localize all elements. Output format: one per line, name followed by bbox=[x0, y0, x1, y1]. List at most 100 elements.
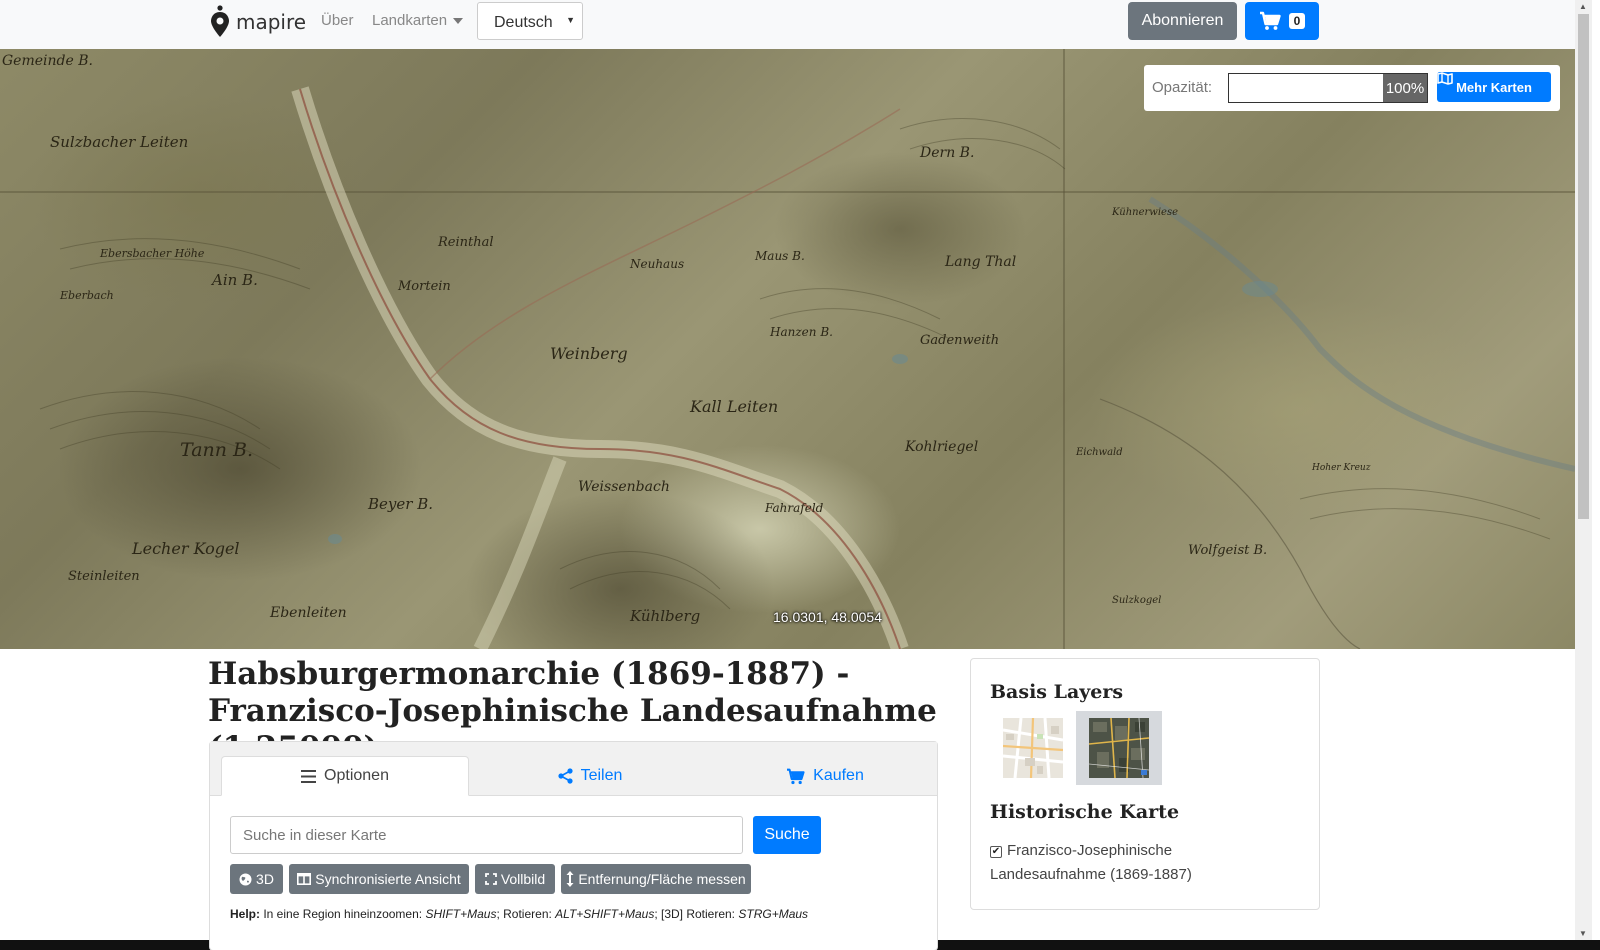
help-shortcut: ALT+SHIFT+Maus bbox=[555, 907, 655, 921]
help-shortcut: STRG+Maus bbox=[738, 907, 809, 921]
select-arrow-icon: ▼ bbox=[566, 15, 575, 25]
map-place-label: Hoher Kreuz bbox=[1312, 463, 1371, 473]
map-place-label: Lang Thal bbox=[945, 254, 1017, 270]
brand-name: mapire bbox=[236, 10, 307, 34]
language-select[interactable]: Deutsch ▼ bbox=[477, 2, 583, 40]
layers-panel: Basis Layers Historische Karte ✔ Franzisc… bbox=[970, 658, 1320, 910]
help-label: Help: bbox=[230, 907, 260, 921]
columns-icon bbox=[297, 873, 312, 885]
page-scrollbar[interactable]: ▲ ▼ bbox=[1575, 0, 1592, 940]
more-maps-label: Mehr Karten bbox=[1456, 79, 1532, 95]
map-place-label: Weinberg bbox=[550, 344, 628, 363]
scrollbar-thumb[interactable] bbox=[1578, 14, 1589, 519]
map-place-label: Eberbach bbox=[60, 289, 114, 302]
satellite-thumbnail-image bbox=[1089, 718, 1149, 778]
tab-teilen-label: Teilen bbox=[580, 767, 623, 784]
map-place-label: Mortein bbox=[398, 279, 451, 294]
fullscreen-label: Vollbild bbox=[500, 871, 546, 887]
map-place-label: Dern B. bbox=[920, 145, 975, 161]
historic-layer-label: Franzisco-Josephinische Landesaufnahme (… bbox=[990, 842, 1192, 883]
shopping-cart-icon bbox=[1259, 11, 1281, 30]
map-place-label: Sulzbacher Leiten bbox=[50, 133, 189, 151]
map-search-input[interactable] bbox=[230, 816, 743, 854]
synchronized-view-button[interactable]: Synchronisierte Ansicht bbox=[289, 864, 469, 894]
globe-icon bbox=[239, 873, 252, 886]
cart-count-badge: 0 bbox=[1288, 13, 1306, 29]
chevron-down-icon bbox=[453, 18, 464, 25]
brand-logo[interactable]: mapire bbox=[208, 4, 306, 40]
map-place-label: Fahrafeld bbox=[765, 501, 824, 515]
map-place-label: Eichwald bbox=[1076, 447, 1123, 458]
historic-layer-checkbox[interactable]: ✔ bbox=[990, 846, 1002, 858]
opacity-slider[interactable]: 100% bbox=[1228, 73, 1428, 103]
map-pin-icon bbox=[211, 5, 229, 37]
map-place-label: Wolfgeist B. bbox=[1188, 543, 1268, 558]
top-navbar: mapire Über Landkarten Deutsch ▼ Abonnie… bbox=[0, 0, 1575, 49]
map-place-label: Reinthal bbox=[438, 235, 494, 250]
map-place-label: Maus B. bbox=[755, 249, 805, 263]
expand-icon bbox=[484, 873, 497, 885]
opacity-value: 100% bbox=[1383, 74, 1427, 102]
map-place-label: Kühnerwiese bbox=[1112, 207, 1178, 218]
map-place-label: Neuhaus bbox=[630, 257, 685, 271]
language-select-value: Deutsch bbox=[494, 14, 553, 31]
vertical-arrows-icon bbox=[566, 871, 574, 887]
map-place-label: Kühlberg bbox=[630, 607, 701, 625]
tab-optionen-label: Optionen bbox=[324, 767, 389, 784]
historic-layer-item[interactable]: ✔ Franzisco-Josephinische Landesaufnahme … bbox=[990, 839, 1220, 887]
help-text: Help: In eine Region hineinzoomen: SHIFT… bbox=[230, 907, 808, 921]
tab-optionen[interactable]: Optionen bbox=[221, 756, 469, 796]
options-card: Optionen Teilen Kaufen Suche 3D Synchron… bbox=[209, 741, 938, 950]
historic-map-heading: Historische Karte bbox=[990, 801, 1180, 823]
search-button[interactable]: Suche bbox=[753, 816, 821, 854]
map-place-label: Kohlriegel bbox=[905, 439, 979, 455]
map-place-label: Ain B. bbox=[212, 271, 258, 289]
help-shortcut: SHIFT+Maus bbox=[425, 907, 497, 921]
map-place-label: Lecher Kogel bbox=[132, 539, 240, 558]
street-map-thumbnail-image bbox=[1003, 718, 1063, 778]
help-text-part: ; Rotieren: bbox=[496, 907, 556, 921]
help-text-part: In eine Region hineinzoomen: bbox=[260, 907, 426, 921]
cart-button[interactable]: 0 bbox=[1245, 2, 1319, 40]
coordinate-readout: 16.0301, 48.0054 bbox=[773, 609, 882, 625]
map-place-label: Ebersbacher Höhe bbox=[100, 247, 205, 260]
map-place-label: Gemeinde B. bbox=[2, 53, 93, 69]
map-place-label: Beyer B. bbox=[368, 495, 433, 513]
subscribe-button[interactable]: Abonnieren bbox=[1128, 2, 1237, 40]
map-place-label: Weissenbach bbox=[578, 479, 670, 495]
opacity-control: Opazität: 100% Mehr Karten bbox=[1144, 65, 1560, 111]
3d-view-button[interactable]: 3D bbox=[230, 864, 283, 894]
opacity-label: Opazität: bbox=[1152, 79, 1213, 96]
map-place-label: Tann B. bbox=[180, 439, 254, 461]
scroll-down-arrow-icon[interactable]: ▼ bbox=[1579, 929, 1587, 938]
map-place-label: Hanzen B. bbox=[770, 325, 833, 339]
tab-kaufen-label: Kaufen bbox=[813, 767, 864, 784]
nav-link-ueber[interactable]: Über bbox=[321, 12, 354, 29]
3d-view-label: 3D bbox=[256, 871, 274, 887]
map-place-label: Steinleiten bbox=[68, 569, 140, 584]
measure-button[interactable]: Entfernung/Fläche messen bbox=[561, 864, 751, 894]
nav-link-landkarten-label: Landkarten bbox=[372, 12, 448, 29]
share-icon bbox=[557, 768, 573, 784]
historic-map-viewer[interactable]: Gemeinde B. Sulzbacher Leiten Ebersbache… bbox=[0, 49, 1575, 649]
help-text-part: ; [3D] Rotieren: bbox=[654, 907, 739, 921]
scroll-up-arrow-icon[interactable]: ▲ bbox=[1579, 2, 1587, 11]
synchronized-view-label: Synchronisierte Ansicht bbox=[315, 871, 461, 887]
tab-kaufen[interactable]: Kaufen bbox=[760, 756, 890, 796]
tab-teilen[interactable]: Teilen bbox=[530, 756, 650, 796]
street-map-layer-thumbnail[interactable] bbox=[990, 711, 1076, 785]
nav-link-landkarten[interactable]: Landkarten bbox=[372, 12, 464, 29]
fullscreen-button[interactable]: Vollbild bbox=[475, 864, 555, 894]
map-place-label: Kall Leiten bbox=[690, 397, 779, 416]
map-place-label: Sulzkogel bbox=[1112, 595, 1162, 606]
map-icon bbox=[1437, 72, 1453, 85]
menu-icon bbox=[301, 769, 317, 783]
map-place-label: Ebenleiten bbox=[270, 605, 347, 621]
map-place-label: Gadenweith bbox=[920, 333, 1000, 348]
tab-bar: Optionen Teilen Kaufen bbox=[210, 742, 937, 796]
map-texture bbox=[0, 49, 1575, 649]
satellite-layer-thumbnail[interactable] bbox=[1076, 711, 1162, 785]
more-maps-button[interactable]: Mehr Karten bbox=[1437, 72, 1551, 102]
measure-label: Entfernung/Fläche messen bbox=[578, 871, 746, 887]
basis-layers-heading: Basis Layers bbox=[990, 681, 1124, 703]
